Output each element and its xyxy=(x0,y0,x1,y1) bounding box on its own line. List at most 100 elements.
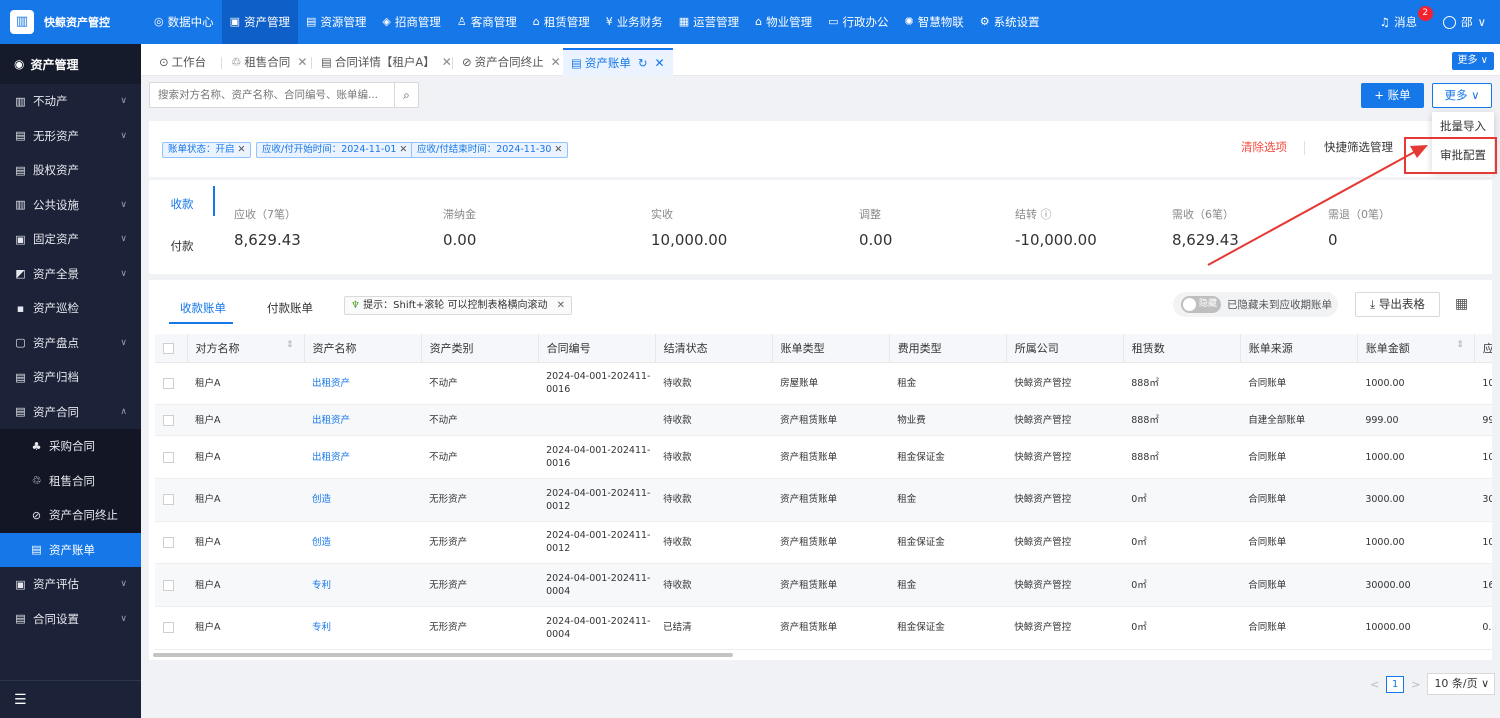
tabs-more-button[interactable]: 更多 ∨ xyxy=(1451,52,1494,70)
row-checkbox[interactable] xyxy=(163,579,174,591)
logo-icon[interactable]: ▥ xyxy=(10,10,34,34)
more-button[interactable]: 更多 ∨ xyxy=(1432,83,1492,108)
column-header[interactable]: 对方名称 ⇕ xyxy=(187,334,305,363)
page-size-select[interactable]: 10 条/页 ∨ xyxy=(1427,673,1496,695)
nav-item-merchant[interactable]: ♙ 客商管理 xyxy=(449,0,525,44)
tab-payment-bills[interactable]: 付款账单 xyxy=(267,300,313,316)
tab-asset-bill[interactable]: ▤ 资产账单 ↻ ✕ xyxy=(563,48,673,76)
tab-contract-detail[interactable]: ▤ 合同详情【租户A】 ✕ xyxy=(313,48,460,76)
close-icon[interactable]: ✕ xyxy=(554,144,562,155)
table-cell: 待收款 xyxy=(655,404,773,437)
horizontal-scrollbar[interactable] xyxy=(153,653,733,657)
next-page-button[interactable]: > xyxy=(1411,678,1420,691)
user-menu[interactable]: 邵 ∨ xyxy=(1443,14,1486,30)
close-icon[interactable]: ✕ xyxy=(442,48,452,76)
table-row[interactable]: 租户A 出租资产 不动产 2024-04-001-202411-0016 待收款 房屋账单… xyxy=(155,362,1492,406)
search-input[interactable] xyxy=(150,83,394,107)
sidebar-item-evaluation[interactable]: ▣ 资产评估 ∨ xyxy=(0,567,141,602)
sidebar-item-equity[interactable]: ▤ 股权资产 xyxy=(0,153,141,188)
tab-lease-contract[interactable]: ♲ 租售合同 ✕ xyxy=(223,48,315,76)
sort-icon[interactable]: ⇕ xyxy=(286,340,294,350)
close-icon[interactable]: ✕ xyxy=(238,144,246,155)
add-bill-button[interactable]: + 账单 xyxy=(1361,83,1424,108)
sort-icon[interactable]: ⇕ xyxy=(1456,340,1464,350)
tab-workbench[interactable]: ⊙ 工作台 xyxy=(151,48,214,76)
toggle-knob xyxy=(1183,298,1196,311)
table-row[interactable]: 租户A 创造 无形资产 2024-04-001-202411-0012 待收款 资产租赁账… xyxy=(155,521,1492,565)
hide-future-bills-toggle[interactable]: 隐藏 已隐藏未到应收期账单 xyxy=(1173,292,1338,317)
row-checkbox[interactable] xyxy=(163,536,174,548)
toggle-switch[interactable]: 隐藏 xyxy=(1181,296,1221,313)
nav-item-finance[interactable]: ¥ 业务财务 xyxy=(598,0,671,44)
nav-item-asset-management[interactable]: ▣ 资产管理 xyxy=(221,0,299,44)
close-icon[interactable]: ✕ xyxy=(551,48,561,76)
nav-item-resource-management[interactable]: ▤ 资源管理 xyxy=(298,0,374,44)
table-row[interactable]: 租户A 创造 无形资产 2024-04-001-202411-0012 待收款 资产租赁账… xyxy=(155,478,1492,522)
sidebar-item-contract-termination[interactable]: ⊘ 资产合同终止 xyxy=(0,498,141,533)
asset-name-link[interactable]: 创造 xyxy=(304,478,422,522)
table-row[interactable]: 租户A 出租资产 不动产 待收款 资产租赁账单 物业费 快鲸资产管控 888㎡ 自建全部账单 99… xyxy=(155,404,1492,437)
close-icon[interactable]: ✕ xyxy=(557,300,565,311)
asset-name-link[interactable]: 出租资产 xyxy=(304,362,422,406)
asset-name-link[interactable]: 专利 xyxy=(304,606,422,650)
nav-item-property[interactable]: ⌂ 物业管理 xyxy=(747,0,820,44)
sidebar-item-purchase-contract[interactable]: ♣ 采购合同 xyxy=(0,429,141,464)
row-checkbox[interactable] xyxy=(163,377,174,389)
sidebar-item-intangible[interactable]: ▤ 无形资产 ∨ xyxy=(0,119,141,154)
table-row[interactable]: 租户A 专利 无形资产 2024-04-001-202411-0004 已结清 资产租赁账… xyxy=(155,606,1492,650)
nav-item-investment[interactable]: ◈ 招商管理 xyxy=(374,0,448,44)
nav-item-data-center[interactable]: ◎ 数据中心 xyxy=(146,0,222,44)
column-header[interactable]: 账单金额 ⇕ xyxy=(1357,334,1475,363)
messages-button[interactable]: ♫ 消息 2 xyxy=(1380,6,1433,30)
asset-name-link[interactable]: 专利 xyxy=(304,563,422,607)
sidebar-item-fixed-assets[interactable]: ▣ 固定资产 ∨ xyxy=(0,222,141,257)
export-table-button[interactable]: ⤓ 导出表格 xyxy=(1355,292,1440,317)
column-settings-icon[interactable]: ▦ xyxy=(1455,296,1468,312)
sidebar-item-contract-settings[interactable]: ▤ 合同设置 ∨ xyxy=(0,602,141,637)
asset-name-link[interactable]: 出租资产 xyxy=(304,404,422,437)
tab-receipt-bills[interactable]: 收款账单 xyxy=(180,300,226,316)
sidebar-item-asset-bill[interactable]: ▤ 资产账单 xyxy=(0,532,141,567)
sidebar-item-asset-contract[interactable]: ▤ 资产合同 ∧ xyxy=(0,395,141,430)
table-row[interactable]: 租户A 专利 无形资产 2024-04-001-202411-0004 待收款 资产租赁账… xyxy=(155,563,1492,607)
close-icon[interactable]: ✕ xyxy=(655,51,665,75)
row-checkbox[interactable] xyxy=(163,494,174,506)
nav-item-office[interactable]: ▭ 行政办公 xyxy=(820,0,896,44)
row-checkbox[interactable] xyxy=(163,414,174,426)
row-checkbox[interactable] xyxy=(163,451,174,463)
filter-chip[interactable]: 应收/付开始时间：2024-11-01 ✕ xyxy=(256,142,414,158)
tab-payable[interactable]: 付款 xyxy=(149,238,215,254)
sidebar-item-lease-contract[interactable]: ♲ 租售合同 xyxy=(0,463,141,498)
sidebar-item-archive[interactable]: ▤ 资产归档 xyxy=(0,360,141,395)
nav-item-operations[interactable]: ▦ 运营管理 xyxy=(671,0,747,44)
search-icon[interactable]: ⌕ xyxy=(394,83,418,107)
sidebar-item-public-facilities[interactable]: ▥ 公共设施 ∨ xyxy=(0,188,141,223)
close-icon[interactable]: ✕ xyxy=(297,48,307,76)
prev-page-button[interactable]: < xyxy=(1370,678,1379,691)
refresh-icon[interactable]: ↻ xyxy=(638,51,648,75)
sidebar-title: ◉ 资产管理 xyxy=(0,44,141,84)
row-checkbox[interactable] xyxy=(163,622,174,634)
filter-chip[interactable]: 应收/付结束时间：2024-11-30 ✕ xyxy=(411,142,569,158)
select-all-checkbox[interactable] xyxy=(163,342,174,354)
asset-name-link[interactable]: 创造 xyxy=(304,521,422,565)
stat-value: 8,629.43 xyxy=(1172,231,1239,249)
sidebar-item-inspection[interactable]: ▪ 资产巡检 xyxy=(0,291,141,326)
sidebar-item-panorama[interactable]: ◩ 资产全景 ∨ xyxy=(0,257,141,292)
quick-filter-manage-link[interactable]: 快捷筛选管理 xyxy=(1324,139,1393,155)
nav-item-settings[interactable]: ⚙ 系统设置 xyxy=(972,0,1048,44)
document-icon: ▤ xyxy=(321,55,332,69)
tab-contract-termination[interactable]: ⊘ 资产合同终止 ✕ xyxy=(454,48,569,76)
collapse-menu-icon[interactable]: ☰ xyxy=(0,680,141,718)
filter-chip[interactable]: 账单状态：开启 ✕ xyxy=(162,142,252,158)
nav-item-iot[interactable]: ✺ 智慧物联 xyxy=(897,0,972,44)
sidebar-item-real-estate[interactable]: ▥ 不动产 ∨ xyxy=(0,84,141,119)
close-icon[interactable]: ✕ xyxy=(399,144,407,155)
asset-name-link[interactable]: 出租资产 xyxy=(304,435,422,479)
sidebar-item-stocktaking[interactable]: ▢ 资产盘点 ∨ xyxy=(0,326,141,361)
page-number[interactable]: 1 xyxy=(1386,675,1405,693)
tab-receivable[interactable]: 收款 xyxy=(149,196,215,212)
clear-filters-link[interactable]: 清除选项 xyxy=(1241,139,1287,155)
nav-item-lease[interactable]: ⌂ 租赁管理 xyxy=(525,0,598,44)
table-row[interactable]: 租户A 出租资产 不动产 2024-04-001-202411-0016 待收款 资产租赁… xyxy=(155,435,1492,479)
